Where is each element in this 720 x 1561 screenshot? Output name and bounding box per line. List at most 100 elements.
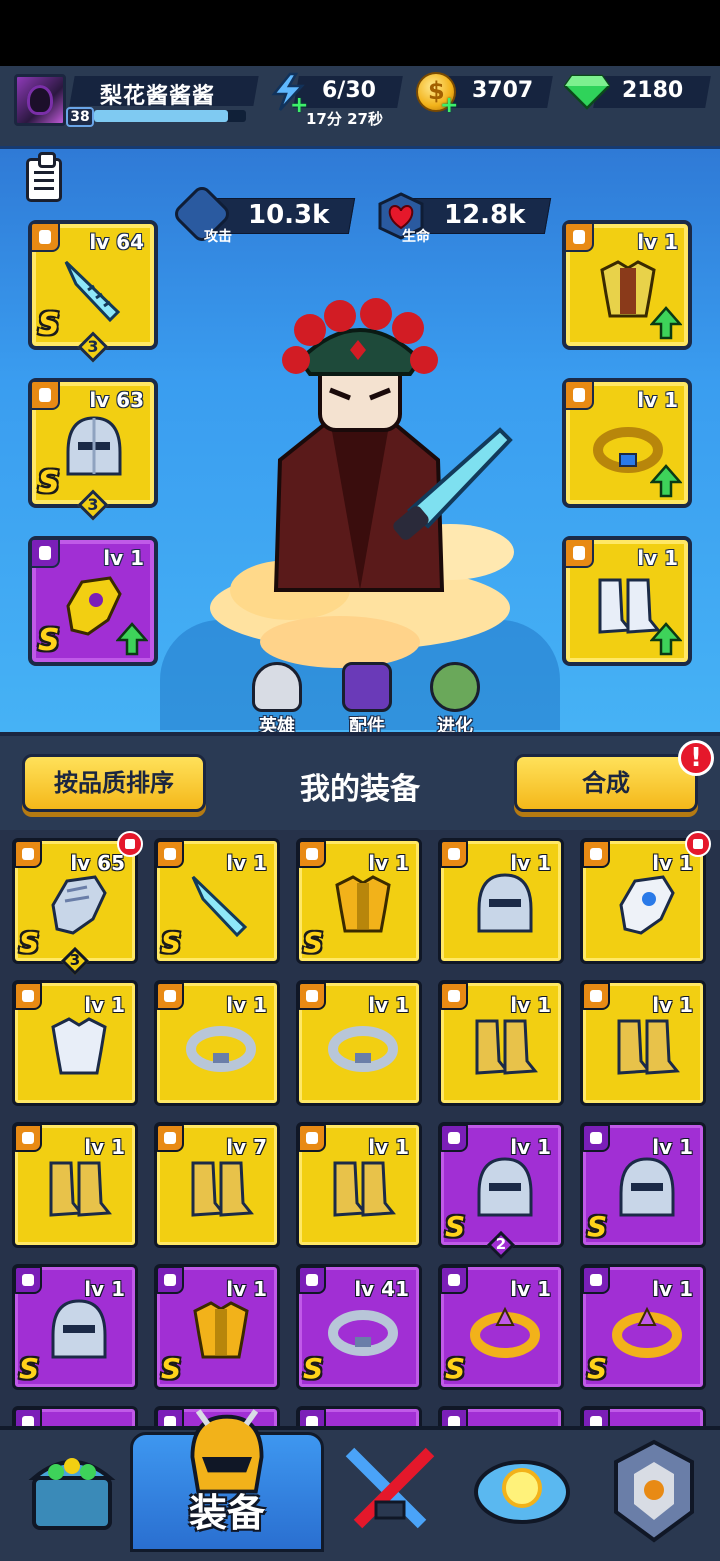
- item-type-icon: [582, 1124, 610, 1152]
- hero-icon: [252, 662, 302, 712]
- inventory-item[interactable]: lv 1: [438, 838, 564, 964]
- item-type-icon: [440, 982, 468, 1010]
- gauntlet-icon: [51, 875, 107, 935]
- item-level: lv 1: [510, 1277, 551, 1301]
- inventory-item-partial[interactable]: [580, 1406, 706, 1426]
- item-type-icon: [582, 840, 610, 868]
- helmet-icon: [477, 1157, 533, 1217]
- equip-slot-weapon[interactable]: lv 64 S 3: [28, 220, 158, 363]
- helmet-type-icon: [30, 380, 60, 410]
- add-coins-icon[interactable]: +: [440, 95, 458, 117]
- item-type-icon: [14, 982, 42, 1010]
- player-name: 梨花酱酱酱: [100, 84, 216, 109]
- avatar[interactable]: [14, 74, 66, 126]
- tab-parts[interactable]: 配件: [332, 662, 402, 742]
- rank-badge: S: [161, 1352, 182, 1385]
- inventory-item[interactable]: lv 1: [154, 980, 280, 1106]
- item-level: lv 1: [84, 993, 125, 1017]
- inventory-item[interactable]: lv 1 S: [154, 1264, 280, 1390]
- inventory-item[interactable]: lv 1: [12, 980, 138, 1106]
- inventory-item[interactable]: lv 1 S: [154, 838, 280, 964]
- sort-by-quality-button[interactable]: 按品质排序: [22, 754, 206, 812]
- nav-shop[interactable]: [12, 1432, 132, 1552]
- nav-rank[interactable]: [594, 1432, 714, 1552]
- inventory-item[interactable]: lv 1 S: [296, 838, 422, 964]
- item-type-icon: [440, 1408, 468, 1426]
- rank-badge: S: [303, 1352, 324, 1385]
- helmet-icon: [619, 1157, 675, 1217]
- rank-badge: S: [445, 1352, 466, 1385]
- health-label: 生命: [402, 229, 430, 245]
- inventory-item[interactable]: lv 1 S: [580, 1122, 706, 1248]
- tab-hero[interactable]: 英雄: [242, 662, 312, 742]
- nav-battle[interactable]: [330, 1432, 450, 1552]
- upgrade-arrow-icon: [650, 464, 682, 498]
- crown-ring-icon: [612, 1306, 682, 1358]
- inventory-item[interactable]: lv 1 S: [580, 1264, 706, 1390]
- health-value: 12.8k: [444, 200, 526, 230]
- slot-level: lv 1: [103, 546, 144, 570]
- rank-badge: S: [19, 926, 40, 959]
- glove-icon: [619, 875, 675, 935]
- inventory-item[interactable]: lv 1: [296, 1122, 422, 1248]
- item-type-icon: [582, 1408, 610, 1426]
- add-energy-icon[interactable]: +: [290, 95, 308, 117]
- new-armor-tag-icon: [117, 831, 143, 857]
- inventory-item[interactable]: lv 1 S 2: [438, 1122, 564, 1260]
- xp-bar: [94, 110, 246, 122]
- item-type-icon: [440, 1266, 468, 1294]
- boots-icon: [617, 1019, 680, 1075]
- equip-slot-boots[interactable]: lv 1: [562, 536, 692, 666]
- slot-level: lv 64: [89, 230, 144, 254]
- star-count: 3: [69, 951, 81, 969]
- merge-button[interactable]: 合成: [514, 754, 698, 812]
- inventory-item[interactable]: lv 1: [12, 1122, 138, 1248]
- equip-slot-armor[interactable]: lv 1: [562, 220, 692, 350]
- ring-icon: [328, 1310, 398, 1356]
- inventory-item[interactable]: lv 1: [438, 980, 564, 1106]
- inventory-item-partial[interactable]: [12, 1406, 138, 1426]
- inventory-item[interactable]: lv 1: [580, 980, 706, 1106]
- equip-slot-ring[interactable]: lv 1: [562, 378, 692, 508]
- inventory-item[interactable]: lv 1: [296, 980, 422, 1106]
- my-equipment-title: 我的装备: [300, 772, 420, 807]
- inventory-item-partial[interactable]: [296, 1406, 422, 1426]
- crossed-swords-icon: [345, 1447, 435, 1529]
- attack-value: 10.3k: [248, 200, 330, 230]
- inventory-item[interactable]: lv 1: [580, 831, 711, 964]
- item-type-icon: [156, 1266, 184, 1294]
- inventory-item[interactable]: lv 41 S: [296, 1264, 422, 1390]
- item-level: lv 1: [510, 851, 551, 875]
- item-level: lv 1: [84, 1135, 125, 1159]
- item-level: lv 1: [368, 851, 409, 875]
- gold-armor-icon: [335, 875, 391, 933]
- rank-badge: S: [587, 1210, 608, 1243]
- item-level: lv 7: [226, 1135, 267, 1159]
- equip-slot-glove[interactable]: lv 1 S: [28, 536, 158, 666]
- inventory-grid: lv 65 S 3 lv 1 Slv 1 Slv 1 lv 1 lv 1 lv 1 lv 1 lv …: [0, 830, 720, 1426]
- item-type-icon: [156, 1124, 184, 1152]
- inventory-item-partial[interactable]: [438, 1406, 564, 1426]
- equip-slot-helmet[interactable]: lv 63 S 3: [28, 378, 158, 521]
- boots-type-icon: [564, 538, 594, 568]
- gem-icon[interactable]: [564, 74, 610, 110]
- boots-icon: [333, 1161, 396, 1217]
- nav-equipment[interactable]: 装备: [130, 1409, 324, 1552]
- item-level: lv 1: [368, 993, 409, 1017]
- inventory-item[interactable]: lv 1 S: [12, 1264, 138, 1390]
- rank-badge: S: [38, 465, 60, 500]
- clipboard-icon[interactable]: [26, 152, 62, 202]
- inventory-item[interactable]: lv 1 S: [438, 1264, 564, 1390]
- boots-icon: [475, 1019, 538, 1075]
- helmet-icon: [66, 416, 122, 476]
- energy-value: 6/30: [322, 78, 376, 103]
- inventory-item[interactable]: lv 7: [154, 1122, 280, 1248]
- tab-evolve[interactable]: 进化: [420, 662, 490, 742]
- nav-portal[interactable]: [462, 1432, 582, 1552]
- rank-badge: S: [38, 623, 60, 658]
- star-badge: 2: [486, 1230, 516, 1260]
- hero-character[interactable]: [180, 290, 540, 670]
- inventory-item[interactable]: lv 65 S 3: [12, 831, 143, 976]
- slot-level: lv 1: [637, 546, 678, 570]
- item-type-icon: [14, 1408, 42, 1426]
